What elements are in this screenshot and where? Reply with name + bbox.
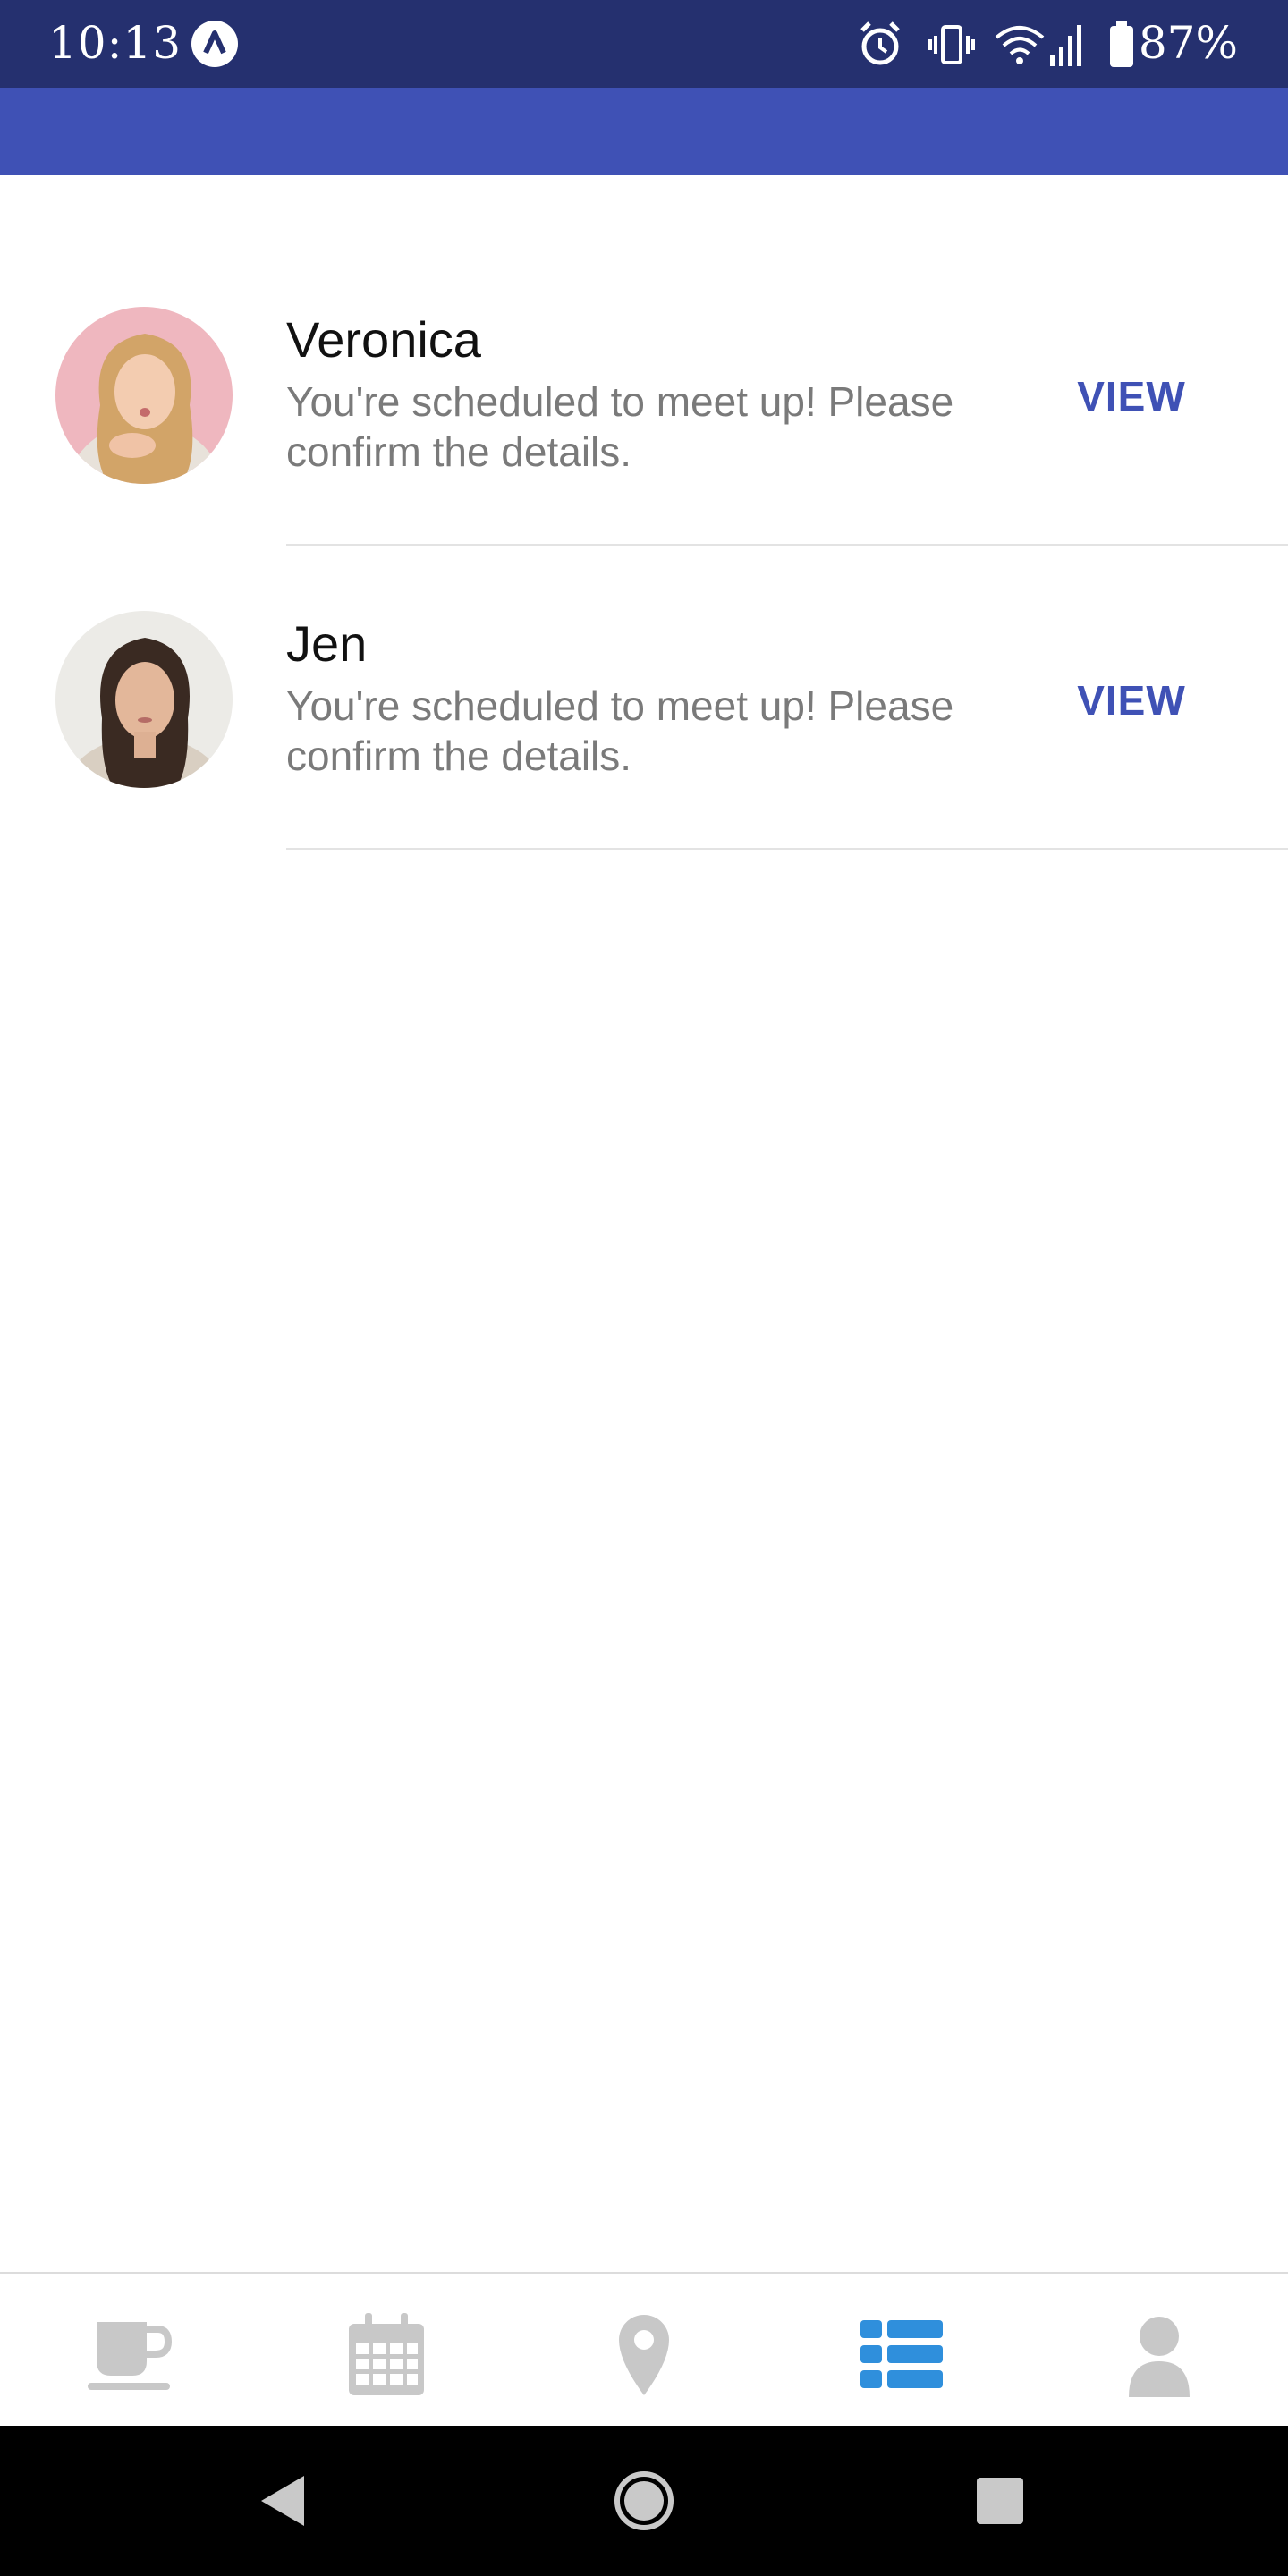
app-bar [0,88,1288,175]
recents-icon [977,2478,1023,2524]
wifi-icon [995,26,1045,64]
profile-icon [1129,2317,1190,2397]
nav-item-list[interactable] [773,2274,1030,2428]
battery-percent: 87% [1138,17,1238,69]
list-item[interactable]: Jen You're scheduled to meet up! Please … [0,479,1288,850]
home-icon [614,2471,674,2530]
location-pin-icon [619,2315,669,2395]
status-bar: 10:13 87% [0,0,1288,88]
app-notification-icon [191,21,238,67]
coffee-icon [88,2322,173,2390]
vibrate-icon [928,25,975,64]
alarm-icon [860,21,900,65]
battery-icon [1110,21,1133,67]
nav-item-calendar[interactable] [258,2274,515,2428]
back-icon [261,2476,304,2526]
nav-item-profile[interactable] [1030,2274,1288,2428]
contact-name: Jen [286,615,368,672]
message-preview: You're scheduled to meet up! Please conf… [286,682,954,779]
home-button[interactable] [599,2456,689,2546]
list-icon [860,2320,943,2388]
divider [286,848,1288,850]
view-button[interactable]: VIEW [1046,360,1216,432]
view-button[interactable]: VIEW [1046,665,1216,736]
status-time: 10:13 [48,17,182,69]
list-item[interactable]: Veronica You're scheduled to meet up! Pl… [0,175,1288,546]
nav-item-coffee[interactable] [0,2274,258,2428]
contact-name: Veronica [286,311,481,368]
bottom-navigation [0,2272,1288,2428]
signal-icon [1050,25,1081,66]
avatar[interactable] [55,611,233,788]
recents-button[interactable] [955,2456,1045,2546]
system-navigation-bar [0,2426,1288,2576]
avatar[interactable] [55,307,233,484]
calendar-icon [349,2313,424,2395]
back-button[interactable] [242,2456,331,2546]
message-preview: You're scheduled to meet up! Please conf… [286,378,954,475]
nav-item-location[interactable] [515,2274,773,2428]
